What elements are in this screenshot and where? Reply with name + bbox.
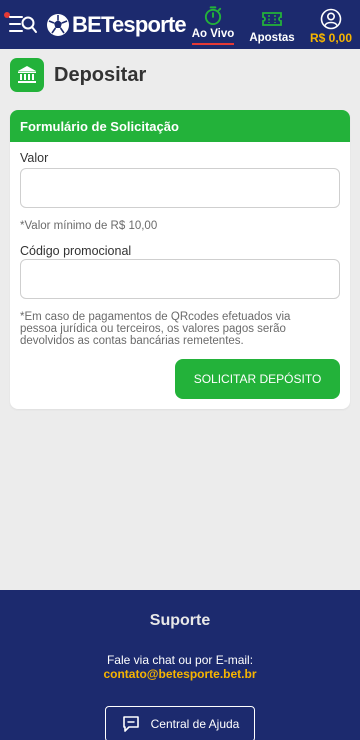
disclaimer-line: devolvidos as contas bancárias remetente… (20, 335, 244, 347)
valor-hint: *Valor mínimo de R$ 10,00 (20, 220, 158, 232)
nav-ao-vivo-label: Ao Vivo (191, 28, 235, 45)
top-header: BETesporte Ao Vivo Apostas R$ 0,00 (0, 0, 360, 49)
promo-code-label: Código promocional (20, 244, 132, 258)
support-email-link[interactable]: contato@betesporte.bet.br (0, 667, 360, 681)
ticket-icon (262, 12, 282, 26)
nav-apostas[interactable]: Apostas (249, 5, 295, 45)
user-circle-icon (320, 8, 342, 30)
brand-logo[interactable]: BETesporte (46, 11, 187, 39)
valor-label: Valor (20, 151, 49, 165)
page-title-row: Depositar (10, 58, 146, 92)
disclaimer-line: *Em caso de pagamentos de QRcodes efetua… (20, 311, 291, 323)
promo-code-input[interactable] (20, 259, 340, 299)
menu-search-icon[interactable] (8, 13, 38, 35)
soccer-ball-icon (47, 14, 69, 36)
valor-input[interactable] (20, 168, 340, 208)
stopwatch-icon (204, 6, 222, 26)
help-center-label: Central de Ajuda (150, 717, 240, 731)
balance-value: R$ 0,00 (309, 31, 353, 45)
nav-apostas-label: Apostas (249, 32, 295, 44)
help-center-button[interactable]: Central de Ajuda (105, 706, 255, 740)
support-title: Suporte (149, 612, 211, 629)
support-text: Fale via chat ou por E-mail: (106, 653, 254, 667)
disclaimer-line: pessoa jurídica ou terceiros, os valores… (20, 323, 286, 335)
chat-bubble-icon (122, 716, 139, 732)
page-title: Depositar (54, 63, 147, 86)
form-header: Formulário de Solicitação (10, 110, 350, 142)
brand-name: BETesporte (72, 12, 187, 37)
submit-deposit-button[interactable]: SOLICITAR DEPÓSITO (175, 359, 340, 399)
nav-account-balance[interactable]: R$ 0,00 (306, 5, 356, 45)
nav-ao-vivo[interactable]: Ao Vivo (190, 5, 236, 45)
deposit-form-card: Formulário de Solicitação Valor *Valor m… (10, 110, 350, 409)
bank-icon (10, 58, 44, 92)
support-footer: Suporte Fale via chat ou por E-mail: con… (0, 590, 360, 740)
